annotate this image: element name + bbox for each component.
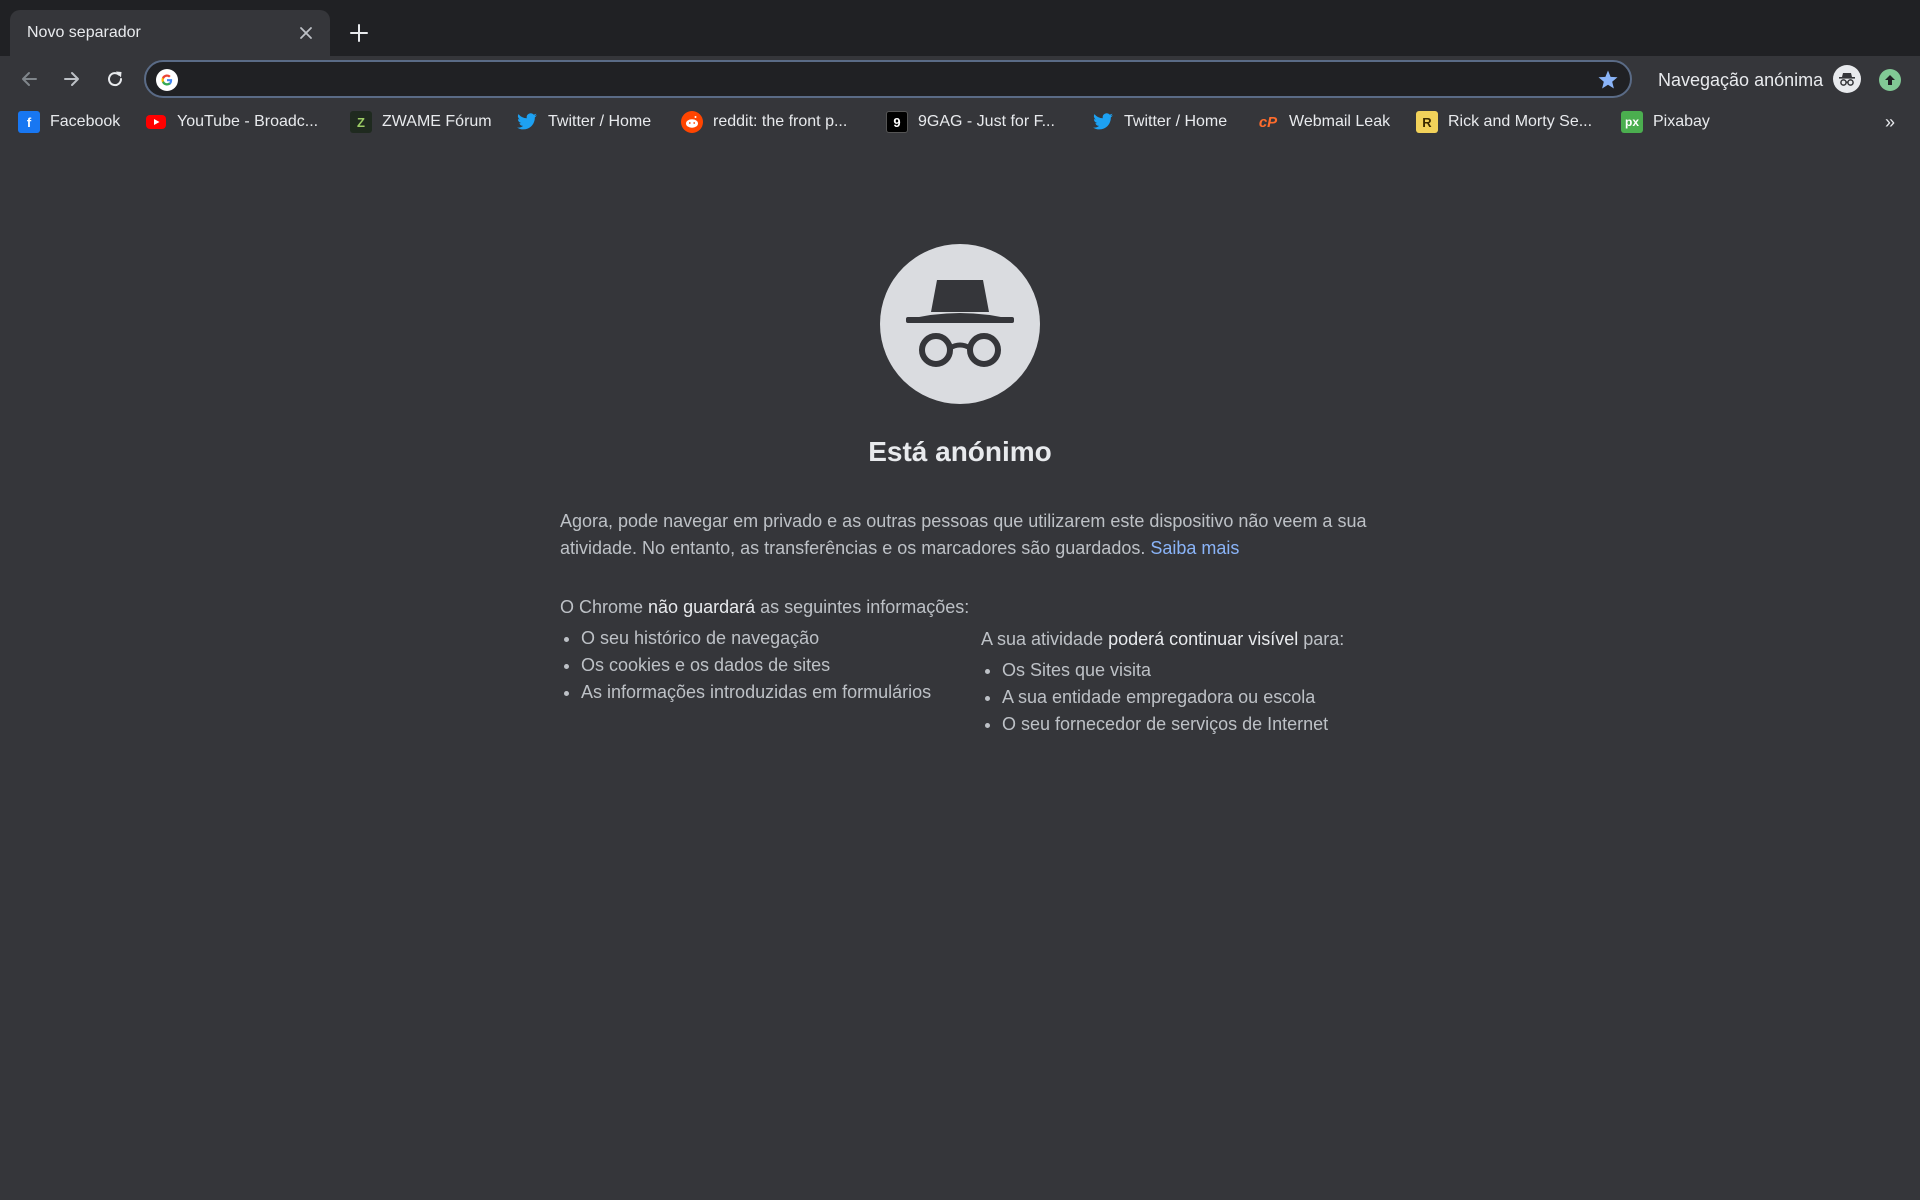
reload-icon xyxy=(108,71,123,87)
incognito-icon xyxy=(906,280,1014,367)
arrow-left-icon xyxy=(22,72,37,86)
pixabay-icon: px xyxy=(1621,111,1643,133)
bookmark-9gag[interactable]: 9 9GAG - Just for F... xyxy=(886,110,1055,134)
cpanel-icon: cP xyxy=(1258,113,1278,131)
bookmark-reddit[interactable]: reddit: the front p... xyxy=(681,110,847,134)
chevron-double-right-icon: » xyxy=(1884,111,1895,132)
zwame-icon: Z xyxy=(350,111,372,133)
title-text: A sua atividade xyxy=(981,629,1109,649)
forward-button[interactable] xyxy=(55,62,89,96)
list-item: O seu histórico de navegação xyxy=(564,625,980,652)
tab-new-tab[interactable]: Novo separador xyxy=(10,10,330,56)
youtube-icon xyxy=(145,111,167,133)
bookmark-label: ZWAME Fórum xyxy=(382,113,492,130)
close-tab-button[interactable] xyxy=(296,23,316,43)
more-bookmarks-button[interactable]: » xyxy=(1878,110,1902,134)
reload-button[interactable] xyxy=(98,62,132,96)
intro-paragraph: Agora, pode navegar em privado e as outr… xyxy=(560,508,1370,562)
list-item: Os Sites que visita xyxy=(985,657,1381,684)
not-saved-title: O Chrome não guardará as seguintes infor… xyxy=(560,594,980,621)
title-emphasis: poderá continuar visível xyxy=(1108,629,1299,649)
bookmark-label: Pixabay xyxy=(1653,113,1710,130)
still-visible-section: A sua atividade poderá continuar visível… xyxy=(981,626,1381,738)
back-button[interactable] xyxy=(12,62,46,96)
arrow-right-icon xyxy=(64,72,79,86)
update-button[interactable] xyxy=(1879,69,1901,91)
intro-text: Agora, pode navegar em privado e as outr… xyxy=(560,511,1367,558)
incognito-icon xyxy=(1839,73,1855,86)
incognito-hero-icon xyxy=(880,244,1040,404)
new-tab-button[interactable] xyxy=(344,18,374,48)
toolbar: Navegação anónima xyxy=(0,56,1920,104)
bookmark-youtube[interactable]: YouTube - Broadc... xyxy=(145,110,318,134)
bookmark-zwame[interactable]: Z ZWAME Fórum xyxy=(350,110,492,134)
address-bar[interactable] xyxy=(144,60,1632,98)
bookmark-label: Facebook xyxy=(50,113,121,130)
bookmark-label: Twitter / Home xyxy=(548,113,652,130)
bookmark-twitter-1[interactable]: Twitter / Home xyxy=(516,110,651,134)
list-item: O seu fornecedor de serviços de Internet xyxy=(985,711,1381,738)
rick-and-morty-icon: R xyxy=(1416,111,1438,133)
bookmark-label: 9GAG - Just for F... xyxy=(918,113,1055,130)
close-icon xyxy=(300,27,312,39)
bookmark-label: YouTube - Broadc... xyxy=(177,113,319,130)
bookmark-label: Webmail Leak xyxy=(1289,113,1391,130)
tab-strip: Novo separador xyxy=(0,0,1920,56)
google-icon xyxy=(156,69,178,91)
list-item: As informações introduzidas em formulári… xyxy=(564,679,980,706)
tab-title: Novo separador xyxy=(27,24,141,41)
bookmark-label: Twitter / Home xyxy=(1124,113,1228,130)
bookmark-facebook[interactable]: f Facebook xyxy=(18,110,120,134)
list-item: Os cookies e os dados de sites xyxy=(564,652,980,679)
not-saved-list: O seu histórico de navegação Os cookies … xyxy=(560,625,980,706)
9gag-icon: 9 xyxy=(886,111,908,133)
bookmark-rick-and-morty[interactable]: R Rick and Morty Se... xyxy=(1416,110,1592,134)
bookmark-star-icon[interactable] xyxy=(1596,68,1620,92)
twitter-icon xyxy=(1092,111,1114,133)
omnibox-input[interactable] xyxy=(188,62,1568,96)
bookmarks-bar: f Facebook YouTube - Broadc... Z ZWAME F… xyxy=(0,104,1920,140)
still-visible-list: Os Sites que visita A sua entidade empre… xyxy=(981,657,1381,738)
learn-more-link[interactable]: Saiba mais xyxy=(1150,538,1239,558)
title-text: as seguintes informações: xyxy=(755,597,970,617)
reddit-icon xyxy=(681,111,703,133)
twitter-icon xyxy=(516,111,538,133)
incognito-label[interactable]: Navegação anónima xyxy=(1658,70,1823,91)
bookmark-webmail-leak[interactable]: cP Webmail Leak xyxy=(1257,110,1390,134)
title-emphasis: não guardará xyxy=(648,597,756,617)
arrow-up-icon xyxy=(1885,75,1895,85)
incognito-profile-button[interactable] xyxy=(1833,65,1861,93)
bookmark-twitter-2[interactable]: Twitter / Home xyxy=(1092,110,1227,134)
bookmark-label: reddit: the front p... xyxy=(713,113,848,130)
title-text: para: xyxy=(1298,629,1345,649)
plus-icon xyxy=(350,24,368,42)
bookmark-label: Rick and Morty Se... xyxy=(1448,113,1593,130)
bookmark-pixabay[interactable]: px Pixabay xyxy=(1621,110,1710,134)
not-saved-section: O Chrome não guardará as seguintes infor… xyxy=(560,594,980,706)
list-item: A sua entidade empregadora ou escola xyxy=(985,684,1381,711)
page-heading: Está anónimo xyxy=(868,436,1052,467)
still-visible-title: A sua atividade poderá continuar visível… xyxy=(981,626,1381,653)
facebook-icon: f xyxy=(18,111,40,133)
title-text: O Chrome xyxy=(560,597,649,617)
